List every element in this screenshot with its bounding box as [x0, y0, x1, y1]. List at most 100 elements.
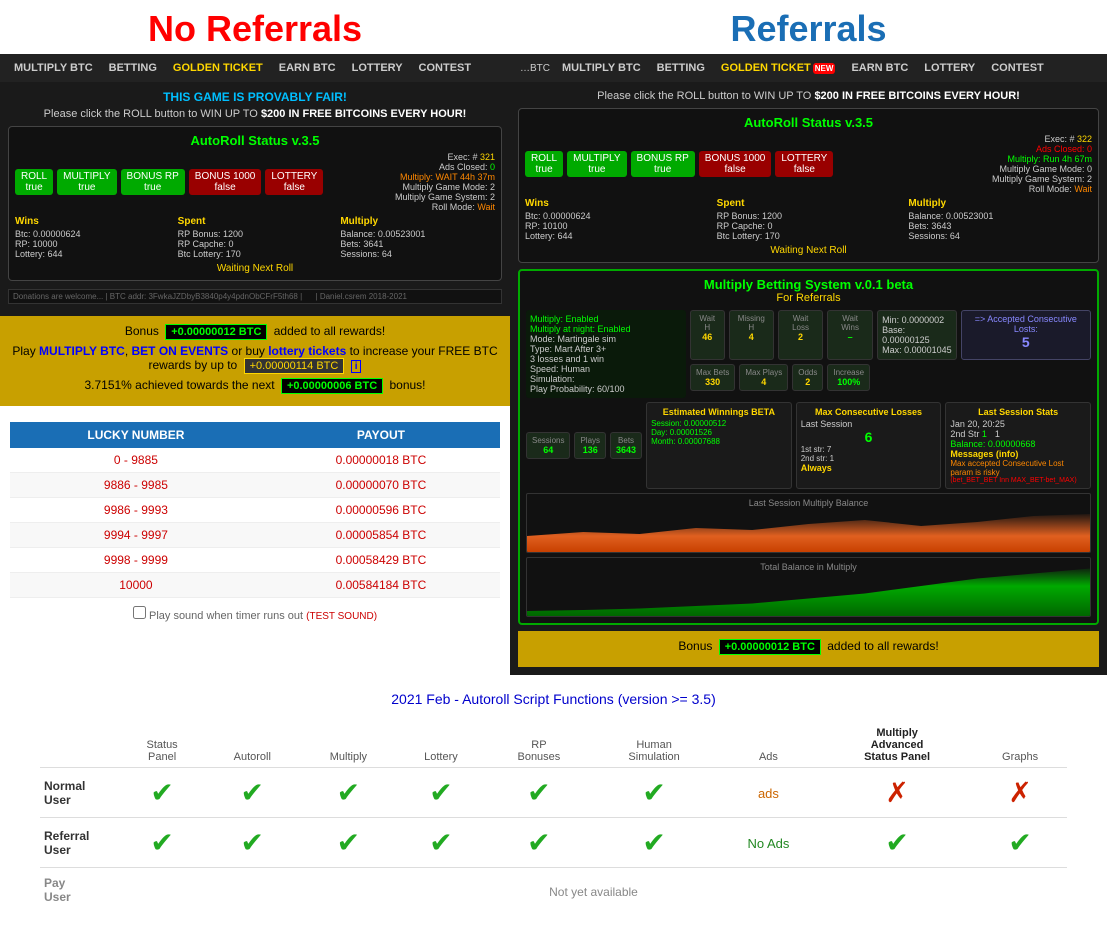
right-bonus-text: added to all rewards!: [827, 639, 938, 653]
check-icon: ✔: [241, 827, 264, 858]
provably-fair-text: THIS GAME IS PROVABLY FAIR!: [8, 90, 502, 104]
left-game-panel: THIS GAME IS PROVABLY FAIR! Please click…: [0, 82, 510, 316]
check-icon: ✔: [1008, 827, 1031, 858]
roll-instruction: Please click the ROLL button to WIN UP T…: [8, 108, 502, 120]
btn-lottery-false[interactable]: LOTTERYfalse: [265, 169, 323, 195]
bet-link[interactable]: BET ON EVENTS: [132, 344, 229, 358]
btn-bonus-rp-true[interactable]: BONUS RPtrue: [121, 169, 185, 195]
btn-multiply-true[interactable]: MULTIPLYtrue: [57, 169, 116, 195]
bonus-label: Bonus: [125, 324, 162, 338]
left-nav-earn[interactable]: EARN BTC: [271, 62, 344, 74]
progress-text: 3.7151% achieved towards the next: [84, 378, 274, 392]
right-game-system: Multiply Game System: 2: [992, 174, 1092, 184]
max-cons-title: Max Consecutive Losses: [801, 407, 937, 417]
right-nav-contest[interactable]: CONTEST: [983, 62, 1052, 74]
max-plays-val: 4: [745, 377, 782, 387]
odds-val: 2: [798, 377, 817, 387]
check-icon: ✔: [527, 827, 550, 858]
right-wins-header: Wins: [525, 198, 709, 209]
right-btn-lottery[interactable]: LOTTERYfalse: [775, 151, 833, 177]
max-plays-label: Max Plays: [745, 368, 782, 377]
right-nav-betting[interactable]: BETTING: [649, 62, 713, 74]
payout-row-5: 9998 - 9999 0.00058429 BTC: [10, 548, 500, 573]
col-status-panel: Status Panel: [120, 723, 204, 768]
right-capche: RP Capche: 0: [717, 221, 901, 231]
bonus-line-2: Play MULTIPLY BTC, BET ON EVENTS or buy …: [12, 344, 498, 374]
right-btn-bonus-rp[interactable]: BONUS RPtrue: [631, 151, 695, 177]
right-bonus-amount: +0.00000012 BTC: [719, 639, 821, 655]
wait-wins-val: –: [833, 332, 867, 342]
col-payout: PAYOUT: [262, 422, 500, 448]
range-5: 9998 - 9999: [10, 548, 262, 573]
cross-icon: ✗: [885, 777, 908, 808]
right-nav-lottery[interactable]: LOTTERY: [916, 62, 983, 74]
multiply-link[interactable]: MULTIPLY BTC: [39, 344, 125, 358]
range-2: 9886 - 9985: [10, 473, 262, 498]
increase-val: 100%: [833, 377, 864, 387]
always-label: Always: [801, 463, 937, 473]
messages-label: Messages (info): [950, 449, 1086, 459]
right-btn-multiply[interactable]: MULTIPLYtrue: [567, 151, 626, 177]
referral-status: ✔: [120, 818, 204, 868]
month-est: Month: 0.00007688: [651, 437, 787, 446]
wins-header: Wins: [15, 216, 170, 227]
session-est: Session: 0.00000512: [651, 419, 787, 428]
right-exec: Exec: # 322: [992, 134, 1092, 144]
bonus-line-1: Bonus +0.00000012 BTC added to all rewar…: [12, 324, 498, 340]
left-nav-contest[interactable]: CONTEST: [411, 62, 480, 74]
ml-enabled: Multiply: Enabled: [530, 314, 682, 324]
right-btn-roll[interactable]: ROLLtrue: [525, 151, 563, 177]
ads-closed: Ads Closed: 0: [395, 162, 495, 172]
sound-test-link[interactable]: (TEST SOUND): [306, 611, 377, 622]
col-multiply: Multiply: [300, 723, 396, 768]
missing-h-box: Missing H 4: [729, 310, 774, 360]
range-6: 10000: [10, 573, 262, 598]
sound-checkbox[interactable]: [133, 606, 146, 619]
multiply-left-info: Multiply: Enabled Multiply at night: Ena…: [526, 310, 686, 398]
multiply-betting-box: Multiply Betting System v.0.1 beta For R…: [518, 269, 1099, 625]
user-type-col-header: [40, 723, 120, 768]
right-nav-earn[interactable]: EARN BTC: [843, 62, 916, 74]
not-available-text: Not yet available: [549, 885, 638, 899]
right-lottery: Lottery: 644: [525, 231, 709, 241]
estimated-row: Sessions 64 Plays 136 Bets 3643: [526, 402, 1091, 489]
payout-row-2: 9886 - 9985 0.00000070 BTC: [10, 473, 500, 498]
col-human-sim: Human Simulation: [592, 723, 716, 768]
plays-val: 136: [580, 445, 600, 455]
referral-ads: No Ads: [716, 818, 821, 868]
info-icon[interactable]: i: [351, 360, 362, 373]
btn-roll-true[interactable]: ROLLtrue: [15, 169, 53, 195]
plays-label: Plays: [580, 436, 600, 445]
multiply-game-mode: Multiply Game Mode: 2: [395, 182, 495, 192]
accepted-box: => Accepted Consecutive Losts: 5: [961, 310, 1091, 360]
left-nav-golden[interactable]: GOLDEN TICKET: [165, 62, 271, 74]
right-roll-text: Please click the ROLL button to WIN UP T…: [518, 90, 1099, 102]
max-bet: Max: 0.00001045: [882, 345, 952, 355]
multiply-header: Multiply: [340, 216, 495, 227]
check-icon: ✔: [642, 777, 665, 808]
last-session-stats-box: Last Session Stats Jan 20, 20:25 2nd Str…: [945, 402, 1091, 489]
right-autoroll-box: AutoRoll Status v.3.5 ROLLtrue MULTIPLYt…: [518, 108, 1099, 263]
right-nav-multiply[interactable]: MULTIPLY BTC: [554, 62, 649, 74]
btc-lottery-stat: Btc Lottery: 170: [178, 249, 333, 259]
bonus-line-3: 3.7151% achieved towards the next +0.000…: [12, 378, 498, 394]
left-nav-multiply[interactable]: MULTIPLY BTC: [6, 62, 101, 74]
max-cons-box: Max Consecutive Losses Last Session 6 1s…: [796, 402, 942, 489]
left-nav-betting[interactable]: BETTING: [101, 62, 165, 74]
btn-bonus-1000-false[interactable]: BONUS 1000false: [189, 169, 262, 195]
right-nav-golden[interactable]: GOLDEN TICKETNEW: [713, 62, 844, 74]
waiting-roll: Waiting Next Roll: [15, 263, 495, 274]
payout-2: 0.00000070 BTC: [262, 473, 500, 498]
right-btn-bonus-1000[interactable]: BONUS 1000false: [699, 151, 772, 177]
no-referrals-title: No Referrals: [0, 0, 510, 54]
lottery-link[interactable]: lottery tickets: [268, 344, 346, 358]
left-nav-lottery[interactable]: LOTTERY: [344, 62, 411, 74]
wait-wins-box: Wait Wins –: [827, 310, 873, 360]
comparison-title: 2021 Feb - Autoroll Script Functions (ve…: [40, 691, 1067, 707]
last-session-label: Last Session: [801, 419, 937, 429]
sound-text: Play sound when timer runs out: [149, 610, 303, 622]
new-badge: NEW: [813, 63, 836, 74]
referral-rp: ✔: [485, 818, 592, 868]
check-icon: ✔: [429, 827, 452, 858]
right-roll-start: Please click the ROLL button to WIN UP T…: [597, 90, 811, 102]
